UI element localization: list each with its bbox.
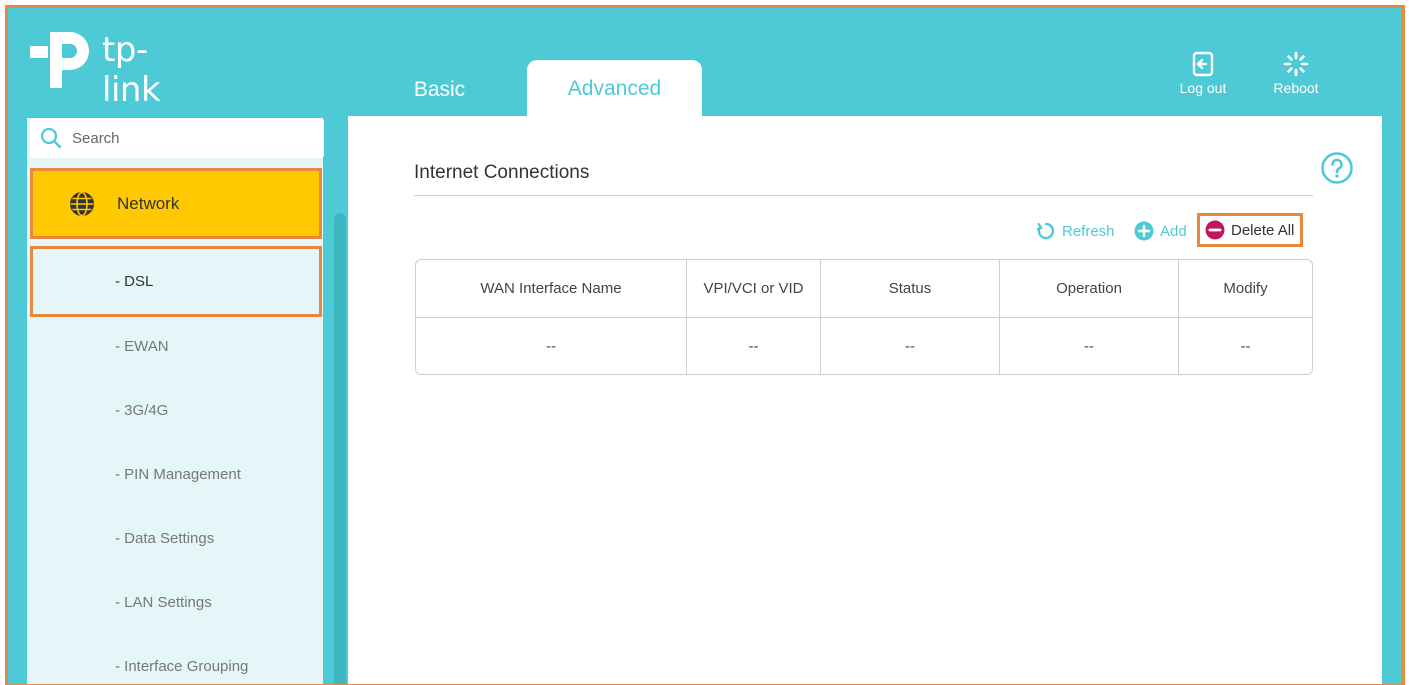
add-label: Add [1160,222,1187,240]
reboot-button[interactable]: Reboot [1264,50,1328,96]
tp-link-logo: tp-link [30,26,161,110]
add-icon [1134,221,1154,241]
sidebar-item-label: - Interface Grouping [115,657,249,675]
logout-label: Log out [1179,80,1227,96]
page-title: Internet Connections [414,162,590,183]
logout-button[interactable]: Log out [1171,50,1235,96]
tab-advanced[interactable]: Advanced [527,60,702,118]
column-header-operation: Operation [1000,260,1179,318]
sidebar-item-label: - DSL [115,273,154,290]
search-icon [40,127,62,149]
reboot-icon [1283,51,1309,77]
search-box[interactable] [30,118,324,158]
sidebar-item-3g4g[interactable]: - 3G/4G [30,378,324,442]
sidebar-item-lan-settings[interactable]: - LAN Settings [30,570,324,634]
delete-all-button[interactable]: Delete All [1197,213,1304,247]
column-header-modify: Modify [1179,260,1312,318]
sidebar-item-label: - 3G/4G [115,401,169,419]
delete-icon [1205,220,1225,240]
sidebar-item-ewan[interactable]: - EWAN [30,314,324,378]
table-header-row: WAN Interface Name VPI/VCI or VID Status… [416,260,1312,318]
sidebar-item-label: - LAN Settings [115,593,212,611]
sidebar-item-dsl[interactable]: - DSL [30,246,322,317]
refresh-button[interactable]: Refresh [1036,215,1115,247]
sidebar-item-label: - Data Settings [115,529,215,547]
sidebar-section-label: Network [117,193,180,213]
reboot-label: Reboot [1273,80,1319,96]
column-header-vpi-vci: VPI/VCI or VID [687,260,821,318]
tab-basic[interactable]: Basic [392,60,487,120]
sidebar-item-pin-management[interactable]: - PIN Management [30,442,324,506]
table-row: -- -- -- -- -- [416,318,1312,374]
column-header-wan-interface-name: WAN Interface Name [416,260,687,318]
search-input[interactable] [72,129,292,147]
sidebar-item-data-settings[interactable]: - Data Settings [30,506,324,570]
divider [414,195,1313,196]
brand-name: tp-link [102,30,161,110]
tp-link-logo-icon [30,32,89,88]
table-cell: -- [416,318,687,374]
help-icon[interactable] [1320,151,1354,190]
refresh-icon [1036,222,1055,240]
table-cell: -- [1240,337,1251,355]
table-cell: -- [1000,318,1179,374]
table-cell: -- [821,318,1000,374]
sidebar-item-interface-grouping[interactable]: - Interface Grouping [30,634,324,684]
refresh-label: Refresh [1062,222,1115,240]
connections-table: WAN Interface Name VPI/VCI or VID Status… [415,259,1313,375]
add-button[interactable]: Add [1134,215,1187,247]
table-cell: -- [687,318,821,374]
sidebar-item-label: - EWAN [115,337,169,355]
main-panel: Internet Connections Refresh Add Delete … [348,116,1382,684]
delete-all-label: Delete All [1231,221,1295,239]
sidebar-item-label: - PIN Management [115,465,241,483]
globe-icon [70,191,94,216]
app-frame: tp-link Basic Advanced Log out Reboot Se… [5,5,1405,685]
column-header-status: Status [821,260,1000,318]
sidebar-section-network[interactable]: Network [30,168,322,239]
logout-icon [1192,51,1214,77]
sidebar-scrollbar[interactable] [334,213,346,684]
